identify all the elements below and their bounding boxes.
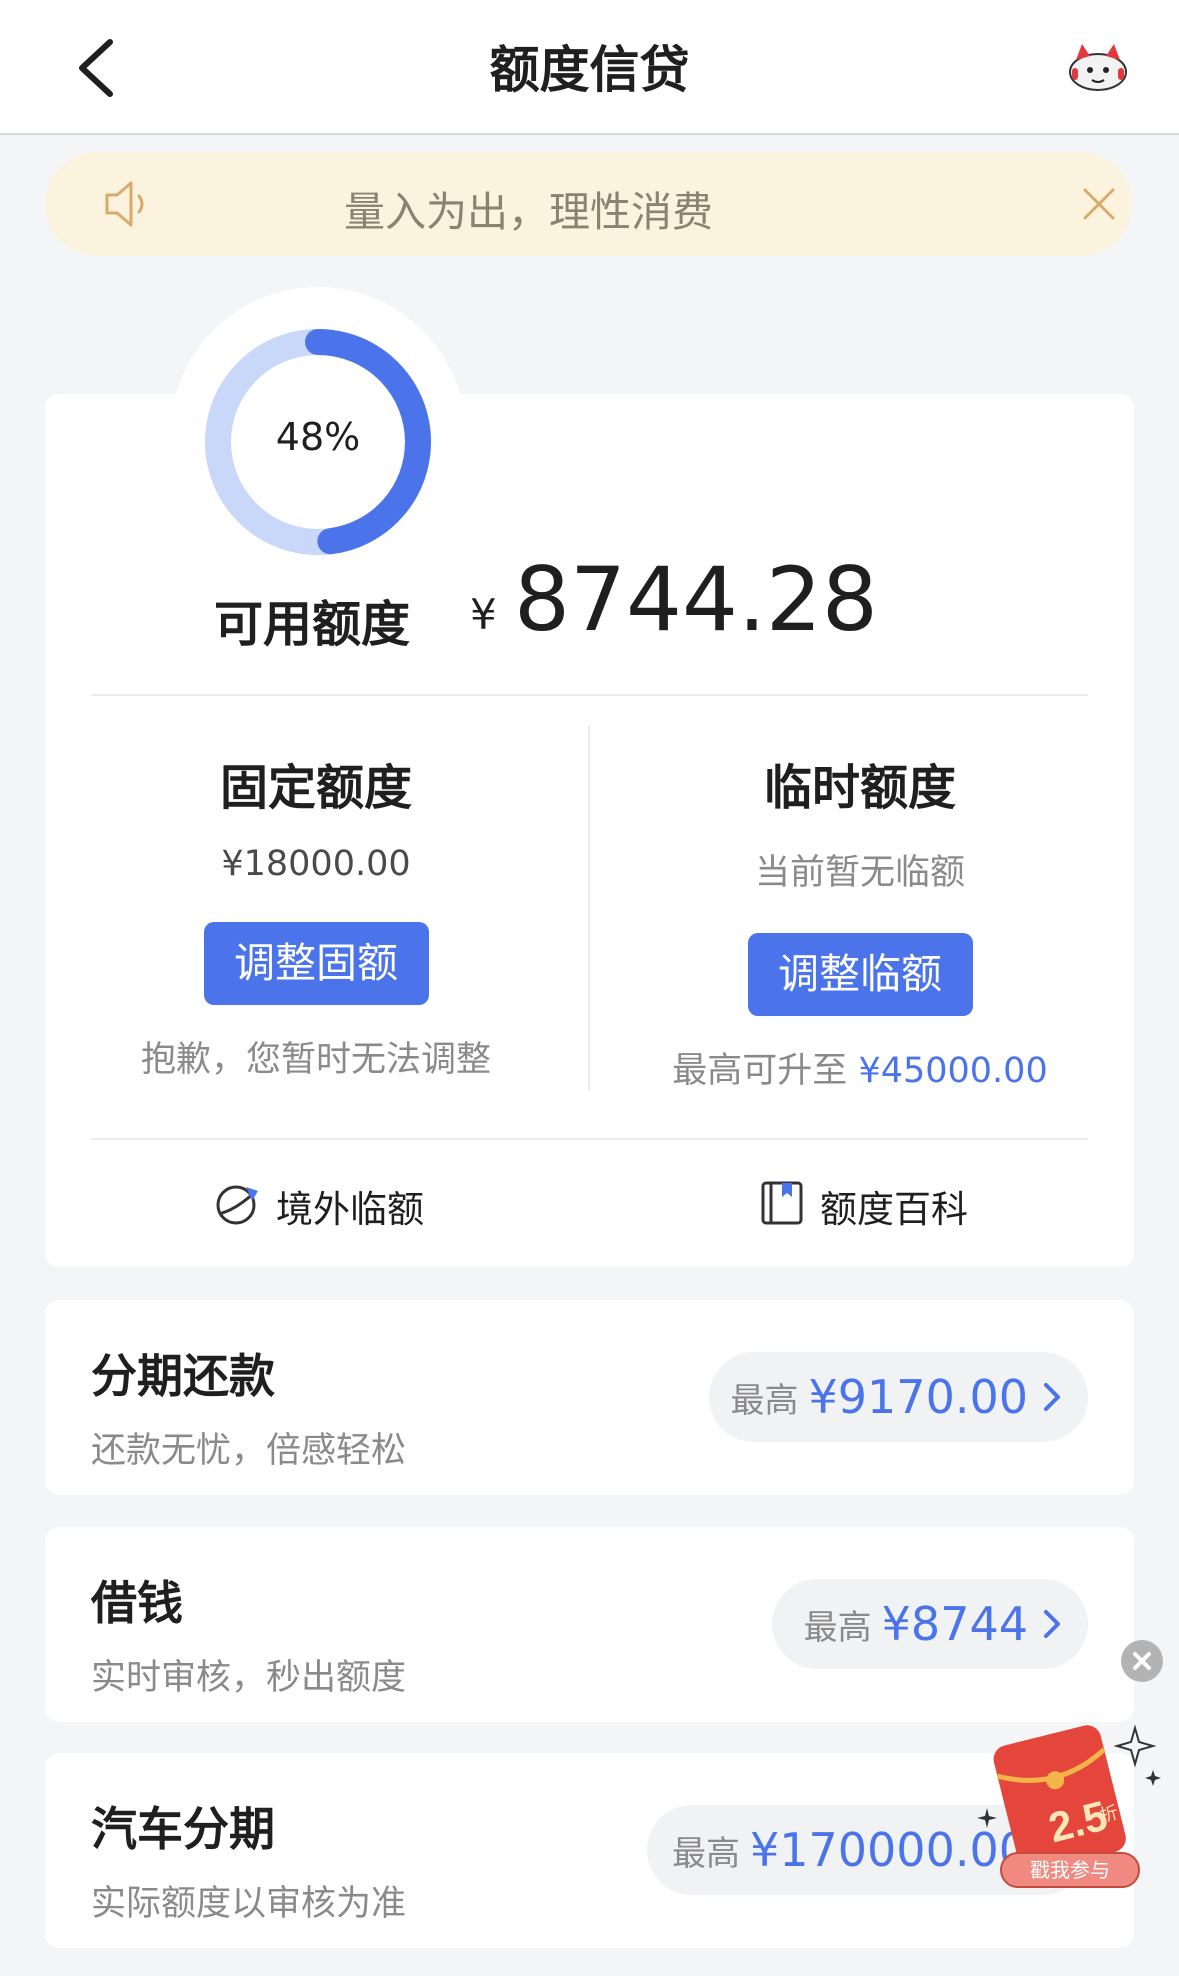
- column-divider: [588, 725, 590, 1090]
- fixed-credit-note: 抱歉，您暂时无法调整: [140, 1040, 491, 1080]
- product-title: 分期还款: [91, 1349, 275, 1403]
- product-card-car-installment[interactable]: 汽车分期 实际额度以审核为准 最高 ¥170000.00: [45, 1753, 1134, 1948]
- adjust-fixed-button[interactable]: 调整固额: [203, 922, 429, 1005]
- promo-join-button[interactable]: 戳我参与: [1000, 1852, 1140, 1888]
- product-title: 汽车分期: [91, 1802, 275, 1856]
- fixed-credit-column: 固定额度 ¥18000.00 调整固额 抱歉，您暂时无法调整: [116, 748, 516, 1082]
- adjust-temporary-button[interactable]: 调整临额: [747, 933, 973, 1016]
- quota-encyclopedia-label: 额度百科: [820, 1188, 968, 1231]
- notice-bar: 量入为出，理性消费: [45, 152, 1132, 256]
- fixed-credit-title: 固定额度: [219, 760, 412, 816]
- product-title: 借钱: [91, 1576, 183, 1630]
- max-amount: ¥9170.00: [808, 1370, 1029, 1424]
- product-max-pill[interactable]: 最高 ¥8744: [772, 1579, 1088, 1669]
- product-max-pill[interactable]: 最高 ¥9170.00: [709, 1352, 1088, 1442]
- fixed-credit-amount: ¥18000.00: [221, 844, 411, 884]
- divider: [91, 1138, 1088, 1140]
- temporary-credit-note: 最高可升至 ¥45000.00: [660, 1042, 1060, 1093]
- notice-text: 量入为出，理性消费: [344, 188, 713, 236]
- divider: [91, 694, 1088, 696]
- product-subtitle: 实时审核，秒出额度: [91, 1658, 407, 1698]
- nav-bar: 额度信贷: [0, 0, 1179, 135]
- usage-percent: 48%: [275, 415, 361, 459]
- max-prefix: 最高: [803, 1607, 872, 1648]
- page-title: 额度信贷: [489, 41, 690, 99]
- product-subtitle: 还款无忧，倍感轻松: [91, 1431, 407, 1471]
- max-amount: ¥8744: [881, 1597, 1028, 1651]
- product-card-borrow[interactable]: 借钱 实时审核，秒出额度 最高 ¥8744: [45, 1527, 1134, 1722]
- chevron-right-icon: [1044, 1610, 1060, 1638]
- temporary-note-prefix: 最高可升至: [672, 1051, 848, 1091]
- currency-symbol: ¥: [470, 590, 497, 639]
- temporary-credit-title: 临时额度: [763, 760, 956, 816]
- max-prefix: 最高: [671, 1833, 740, 1874]
- overseas-quota-label: 境外临额: [276, 1188, 424, 1231]
- product-subtitle: 实际额度以审核为准: [91, 1884, 407, 1924]
- temporary-credit-status: 当前暂无临额: [754, 853, 965, 893]
- product-card-installment[interactable]: 分期还款 还款无忧，倍感轻松 最高 ¥9170.00: [45, 1300, 1134, 1495]
- promo-close-button[interactable]: [1121, 1640, 1163, 1682]
- temporary-max-amount: ¥45000.00: [858, 1051, 1048, 1091]
- temporary-credit-column: 临时额度 当前暂无临额 调整临额 最高可升至 ¥45000.00: [660, 748, 1060, 1093]
- mascot-icon[interactable]: [1066, 38, 1130, 94]
- chevron-right-icon: [1044, 1383, 1060, 1411]
- close-icon: [1133, 1652, 1151, 1670]
- book-icon: [761, 1181, 803, 1225]
- overseas-quota-icon: [216, 1185, 258, 1225]
- available-credit-amount: 8744.28: [514, 548, 878, 651]
- close-icon[interactable]: [1079, 184, 1119, 224]
- max-prefix: 最高: [730, 1380, 799, 1421]
- available-credit-label: 可用额度: [214, 596, 411, 653]
